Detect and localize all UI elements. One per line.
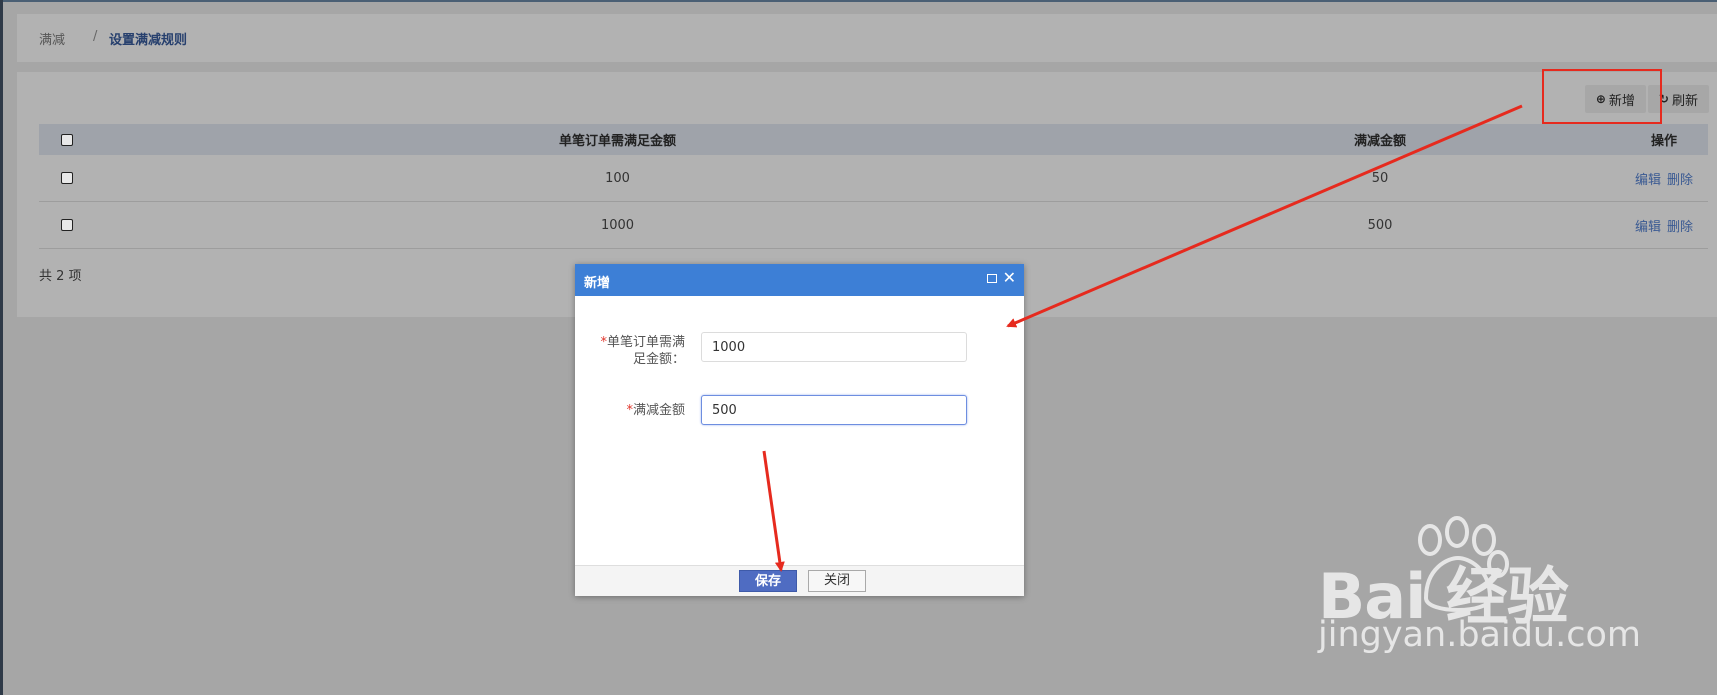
annotation-arrow-to-dialog <box>1006 104 1523 328</box>
annotation-arrow-to-save <box>762 450 785 572</box>
watermark-url: jingyan.baidu.com <box>1318 615 1641 655</box>
